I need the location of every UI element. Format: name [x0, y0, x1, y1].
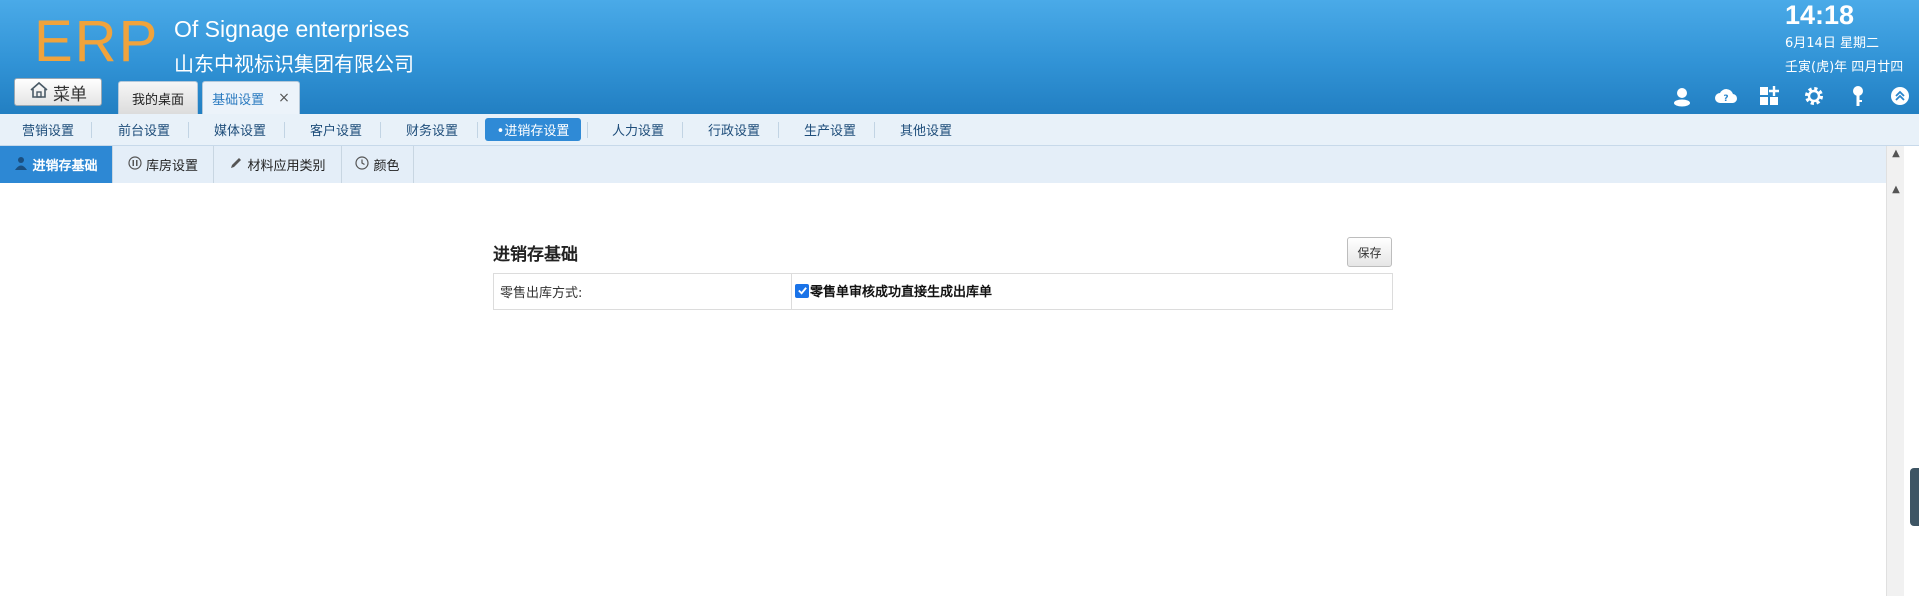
- lunar-date: 壬寅(虎)年 四月廿四: [1785, 60, 1904, 75]
- subtab-label: 颜色: [373, 159, 400, 174]
- nav-divider: [188, 122, 189, 138]
- subtab-label: 材料应用类别: [247, 159, 326, 174]
- clock-time: 14:18: [1785, 0, 1855, 30]
- menu-label: 菜单: [53, 84, 87, 105]
- nav-item-inventory[interactable]: •进销存设置: [485, 118, 581, 141]
- menu-button[interactable]: 菜单: [14, 78, 102, 106]
- grid-plus-icon[interactable]: [1758, 84, 1782, 108]
- nav-divider: [380, 122, 381, 138]
- clock-icon: [355, 155, 370, 174]
- clock-date: 6月14日 星期二: [1785, 36, 1879, 51]
- cloud-help-icon[interactable]: ?: [1714, 84, 1738, 108]
- nav-item-marketing[interactable]: 营销设置: [10, 118, 86, 141]
- app-header: ERP Of Signage enterprises 山东中视标识集团有限公司 …: [0, 0, 1919, 114]
- retail-outbound-value: 零售单审核成功直接生成出库单: [792, 274, 1392, 309]
- subtab-label: 库房设置: [145, 159, 198, 174]
- company-name-en: Of Signage enterprises: [174, 16, 410, 42]
- subtab-inventory-basic[interactable]: 进销存基础: [0, 146, 113, 183]
- nav-divider: [91, 122, 92, 138]
- subtab-material-category[interactable]: 材料应用类别: [214, 146, 342, 183]
- tab-label: 基础设置: [212, 92, 265, 108]
- nav-item-customer[interactable]: 客户设置: [298, 118, 374, 141]
- tab-my-desktop[interactable]: 我的桌面: [118, 81, 198, 114]
- gear-icon[interactable]: [1802, 84, 1826, 108]
- scroll-up-icon[interactable]: ▲: [1890, 184, 1902, 196]
- auto-outbound-checkbox[interactable]: [795, 283, 809, 298]
- scrollbar[interactable]: ▲ ▲: [1886, 146, 1904, 596]
- nav-divider: [874, 122, 875, 138]
- nav-item-production[interactable]: 生产设置: [792, 118, 868, 141]
- subtab-label: 进销存基础: [32, 159, 98, 174]
- company-name-cn: 山东中视标识集团有限公司: [174, 52, 414, 76]
- erp-logo: ERP: [34, 9, 160, 74]
- collapse-up-icon[interactable]: [1888, 84, 1912, 108]
- tab-basic-settings[interactable]: 基础设置 ×: [202, 81, 300, 114]
- pause-circle-icon: [128, 155, 142, 174]
- svg-text:?: ?: [1723, 94, 1728, 104]
- nav-item-finance[interactable]: 财务设置: [394, 118, 470, 141]
- subtab-warehouse[interactable]: 库房设置: [113, 146, 214, 183]
- side-panel-handle[interactable]: [1910, 468, 1919, 526]
- scroll-up-icon[interactable]: ▲: [1890, 148, 1902, 160]
- nav-divider: [778, 122, 779, 138]
- nav-item-hr[interactable]: 人力设置: [600, 118, 676, 141]
- main-nav: 营销设置 前台设置 媒体设置 客户设置 财务设置 •进销存设置 人力设置 行政设…: [0, 114, 1919, 146]
- nav-divider: [682, 122, 683, 138]
- nav-divider: [587, 122, 588, 138]
- pencil-icon: [229, 156, 243, 174]
- form-row: 零售出库方式: 零售单审核成功直接生成出库单: [493, 273, 1393, 310]
- nav-item-admin[interactable]: 行政设置: [696, 118, 772, 141]
- home-icon: [29, 81, 49, 104]
- form-title: 进销存基础: [493, 245, 578, 265]
- tab-label: 我的桌面: [131, 92, 184, 108]
- nav-divider: [477, 122, 478, 138]
- subtab-color[interactable]: 颜色: [342, 146, 414, 183]
- save-button[interactable]: 保存: [1347, 237, 1392, 267]
- user-icon[interactable]: [1670, 84, 1694, 108]
- nav-item-media[interactable]: 媒体设置: [202, 118, 278, 141]
- close-icon[interactable]: ×: [278, 90, 290, 106]
- nav-item-other[interactable]: 其他设置: [888, 118, 964, 141]
- retail-outbound-label: 零售出库方式:: [494, 274, 792, 309]
- checkbox-label[interactable]: 零售单审核成功直接生成出库单: [810, 281, 992, 300]
- nav-item-front-desk[interactable]: 前台设置: [106, 118, 182, 141]
- sub-nav: 进销存基础 库房设置 材料应用类别 颜色: [0, 146, 1886, 183]
- person-icon: [14, 156, 28, 174]
- nav-divider: [284, 122, 285, 138]
- key-icon[interactable]: [1846, 84, 1870, 108]
